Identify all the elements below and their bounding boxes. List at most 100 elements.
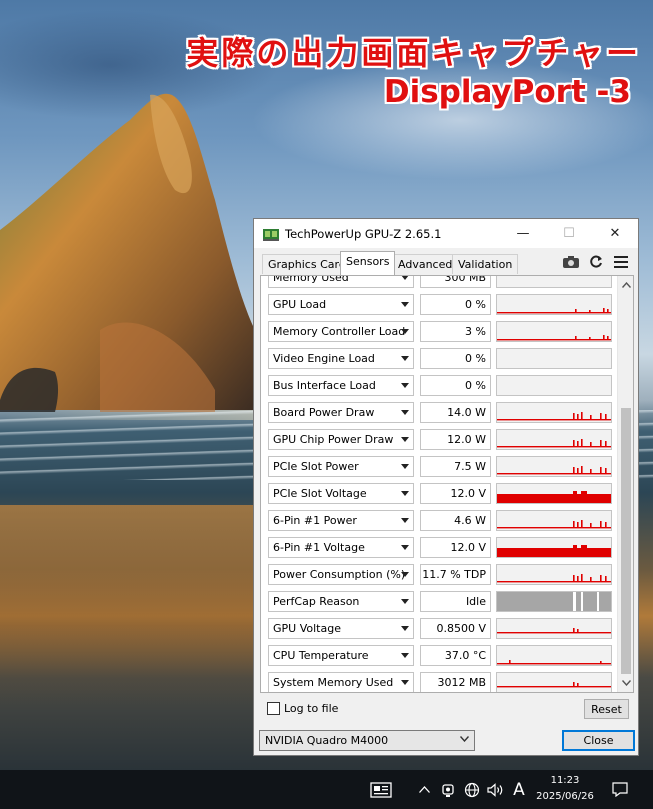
input-method-indicator[interactable]: A [509, 770, 529, 809]
sensor-row: System Memory Used 3012 MB [261, 669, 619, 692]
dropdown-arrow-icon [401, 491, 409, 496]
gpu-selector-dropdown[interactable]: NVIDIA Quadro M4000 [259, 730, 475, 751]
sensor-value: 7.5 W [420, 456, 491, 477]
sensor-label-dropdown[interactable]: Power Consumption (%) [268, 564, 414, 585]
menu-icon[interactable] [612, 254, 630, 270]
scrollbar-thumb[interactable] [621, 408, 631, 674]
sensor-label-dropdown[interactable]: System Memory Used [268, 672, 414, 692]
graph-bar [497, 592, 611, 611]
graph-bar [605, 468, 607, 473]
graph-bar [581, 491, 587, 494]
sensor-label-dropdown[interactable]: GPU Chip Power Draw [268, 429, 414, 450]
title-bar[interactable]: TechPowerUp GPU-Z 2.65.1 — ☐ ✕ [254, 219, 638, 248]
sensor-label: 6-Pin #1 Voltage [273, 541, 365, 554]
sensor-label-dropdown[interactable]: Memory Controller Load [268, 321, 414, 342]
sensor-label-dropdown[interactable]: Memory Used [268, 276, 414, 288]
graph-bar [607, 309, 609, 312]
sensor-label-dropdown[interactable]: Bus Interface Load [268, 375, 414, 396]
sensor-graph-plot [497, 660, 611, 665]
sensor-graph[interactable] [496, 672, 612, 692]
sensor-value: 37.0 °C [420, 645, 491, 666]
sensor-graph[interactable] [496, 348, 612, 369]
graph-bar [497, 494, 611, 503]
news-widget-icon[interactable] [366, 770, 396, 809]
dropdown-arrow-icon [401, 599, 409, 604]
close-window-button[interactable]: ✕ [592, 219, 638, 248]
scroll-up-button[interactable] [618, 278, 633, 292]
refresh-icon[interactable] [587, 254, 605, 270]
show-hidden-icons-chevron-icon[interactable] [414, 770, 434, 809]
graph-bar [573, 575, 575, 581]
sensor-graph[interactable] [496, 321, 612, 342]
sensor-graph-plot [497, 335, 611, 341]
graph-bar [497, 663, 611, 665]
minimize-button[interactable]: — [500, 219, 546, 248]
meet-now-icon[interactable] [438, 770, 458, 809]
camera-icon[interactable] [562, 254, 580, 270]
tab-validation[interactable]: Validation [452, 254, 519, 274]
sensor-graph[interactable] [496, 456, 612, 477]
graph-bar [605, 576, 607, 581]
sensor-label-dropdown[interactable]: 6-Pin #1 Power [268, 510, 414, 531]
maximize-button[interactable]: ☐ [546, 219, 592, 248]
sensor-graph[interactable] [496, 276, 612, 288]
graph-bar [575, 309, 577, 312]
dropdown-arrow-icon [401, 518, 409, 523]
sensor-row: Board Power Draw 14.0 W [261, 399, 619, 426]
sensor-graph[interactable] [496, 645, 612, 666]
minimize-icon: — [516, 226, 530, 241]
sensor-row: Memory Used 300 MB [261, 276, 619, 291]
overlay-caption-subtitle: DisplayPort -3 [383, 74, 631, 110]
sensor-graph[interactable] [496, 429, 612, 450]
tab-advanced[interactable]: Advanced [392, 254, 459, 274]
sensor-label-dropdown[interactable]: Board Power Draw [268, 402, 414, 423]
sensor-row: 6-Pin #1 Power 4.6 W [261, 507, 619, 534]
sensor-label: Board Power Draw [273, 406, 375, 419]
graph-bar [590, 442, 592, 446]
sensor-graph[interactable] [496, 537, 612, 558]
volume-icon[interactable] [485, 770, 507, 809]
reset-button[interactable]: Reset [584, 699, 629, 719]
chevron-up-icon [621, 282, 631, 288]
sensor-value: 0.8500 V [420, 618, 491, 639]
network-globe-icon[interactable] [461, 770, 483, 809]
sensor-value: 3012 MB [420, 672, 491, 692]
sensor-graph[interactable] [496, 375, 612, 396]
scroll-down-button[interactable] [618, 676, 633, 690]
sensor-label-dropdown[interactable]: PerfCap Reason [268, 591, 414, 612]
sensor-label-dropdown[interactable]: GPU Load [268, 294, 414, 315]
sensor-graph[interactable] [496, 402, 612, 423]
sensor-graph[interactable] [496, 294, 612, 315]
taskbar-clock[interactable]: 11:23 2025/06/26 [532, 773, 598, 805]
taskbar: A 11:23 2025/06/26 [0, 770, 653, 809]
log-to-file-checkbox[interactable] [267, 702, 280, 715]
tab-sensors[interactable]: Sensors [340, 251, 396, 275]
sensor-row: GPU Chip Power Draw 12.0 W [261, 426, 619, 453]
sensor-graph[interactable] [496, 591, 612, 612]
graph-bar [590, 469, 592, 473]
log-to-file-label[interactable]: Log to file [284, 702, 338, 715]
graph-bar [577, 576, 579, 581]
sensor-value: 12.0 V [420, 483, 491, 504]
sensor-label-dropdown[interactable]: 6-Pin #1 Voltage [268, 537, 414, 558]
sensor-label-dropdown[interactable]: PCIe Slot Power [268, 456, 414, 477]
sensor-label-dropdown[interactable]: PCIe Slot Voltage [268, 483, 414, 504]
sensor-row: Power Consumption (%) 11.7 % TDP [261, 561, 619, 588]
vertical-scrollbar[interactable] [617, 276, 633, 692]
tab-graphics-card[interactable]: Graphics Card [262, 254, 352, 274]
graph-bar [573, 467, 575, 473]
sensor-graph[interactable] [496, 564, 612, 585]
graph-bar [590, 415, 592, 419]
sensor-graph-plot [497, 466, 611, 475]
sensor-graph[interactable] [496, 618, 612, 639]
sensor-label-dropdown[interactable]: CPU Temperature [268, 645, 414, 666]
close-button[interactable]: Close [562, 730, 635, 751]
dropdown-arrow-icon [401, 356, 409, 361]
graph-bar [600, 440, 602, 446]
sensor-label-dropdown[interactable]: Video Engine Load [268, 348, 414, 369]
notification-icon[interactable] [606, 770, 634, 809]
sensor-graph[interactable] [496, 510, 612, 531]
sensor-label-dropdown[interactable]: GPU Voltage [268, 618, 414, 639]
maximize-icon: ☐ [563, 226, 575, 241]
sensor-graph[interactable] [496, 483, 612, 504]
